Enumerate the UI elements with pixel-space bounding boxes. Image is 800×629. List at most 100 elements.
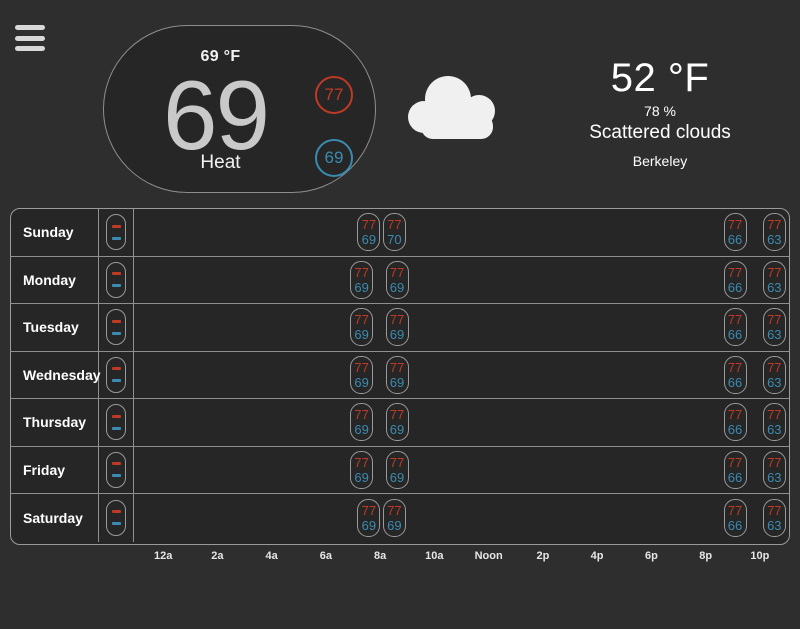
weather-description: Scattered clouds <box>589 122 731 143</box>
cool-indicator-dash <box>111 379 121 383</box>
schedule-setpoint[interactable]: 77 69 <box>385 308 409 347</box>
day-mode-toggle[interactable] <box>106 356 126 393</box>
schedule-setpoint[interactable]: 77 69 <box>350 260 374 299</box>
schedule-row[interactable]: Wednesday 77 69 77 69 77 66 77 63 <box>11 351 789 399</box>
heat-indicator-dash <box>111 319 121 323</box>
cool-indicator-dash <box>111 474 121 478</box>
schedule-setpoint[interactable]: 77 69 <box>382 498 406 537</box>
setpoint-cool-value: 66 <box>727 327 743 343</box>
day-mode-toggle[interactable] <box>106 261 126 298</box>
setpoint-heat-value: 77 <box>354 312 369 328</box>
day-timeline[interactable]: 77 69 77 69 77 66 77 63 <box>134 447 789 494</box>
heat-setpoint-badge[interactable]: 77 <box>315 76 353 114</box>
day-mode-toggle[interactable] <box>106 451 126 488</box>
schedule-setpoint[interactable]: 77 63 <box>762 213 786 252</box>
setpoint-heat-value: 77 <box>727 502 743 518</box>
cool-indicator-dash <box>111 426 121 430</box>
setpoint-cool-value: 66 <box>727 422 743 438</box>
schedule-row[interactable]: Friday 77 69 77 69 77 66 77 63 <box>11 446 789 494</box>
cool-setpoint-badge[interactable]: 69 <box>315 139 353 177</box>
thermostat-dial[interactable]: 69 °F 69 Heat 77 69 <box>103 25 376 193</box>
setpoint-cool-value: 69 <box>389 279 405 295</box>
day-mode-toggle[interactable] <box>106 404 126 441</box>
schedule-setpoint[interactable]: 77 66 <box>723 308 747 347</box>
day-mode-toggle[interactable] <box>106 309 126 346</box>
weekly-schedule-table[interactable]: Sunday 77 69 77 70 77 66 77 63 Monday 77 69 77 69 77 66… <box>10 208 790 545</box>
day-label: Wednesday <box>11 351 101 398</box>
schedule-setpoint[interactable]: 77 66 <box>723 213 747 252</box>
setpoint-cool-value: 69 <box>354 469 369 485</box>
hour-tick-label: 10p <box>750 550 770 562</box>
setpoint-cool-value: 66 <box>727 279 743 295</box>
schedule-setpoint[interactable]: 77 63 <box>762 308 786 347</box>
day-timeline[interactable]: 77 69 77 69 77 66 77 63 <box>134 257 789 304</box>
day-timeline[interactable]: 77 69 77 69 77 66 77 63 <box>134 304 789 351</box>
setpoint-cool-value: 63 <box>767 469 782 485</box>
schedule-row[interactable]: Monday 77 69 77 69 77 66 77 63 <box>11 256 789 304</box>
schedule-row[interactable]: Tuesday 77 69 77 69 77 66 77 63 <box>11 304 789 352</box>
schedule-setpoint[interactable]: 77 69 <box>385 450 409 489</box>
weather-location: Berkeley <box>632 153 688 169</box>
schedule-row[interactable]: Saturday 77 69 77 69 77 66 77 63 <box>11 494 789 542</box>
setpoint-heat-value: 77 <box>767 407 782 423</box>
setpoint-cool-value: 66 <box>727 517 743 533</box>
setpoint-cool-value: 69 <box>354 279 369 295</box>
hour-tick-label: 2a <box>211 550 224 562</box>
day-mode-toggle-cell <box>99 256 134 303</box>
schedule-setpoint[interactable]: 77 70 <box>382 213 406 252</box>
day-mode-toggle[interactable] <box>106 214 126 251</box>
schedule-setpoint[interactable]: 77 66 <box>723 260 747 299</box>
schedule-setpoint[interactable]: 77 69 <box>385 260 409 299</box>
day-timeline[interactable]: 77 69 77 70 77 66 77 63 <box>134 209 789 256</box>
day-mode-toggle-cell <box>99 351 134 398</box>
schedule-setpoint[interactable]: 77 69 <box>350 308 374 347</box>
schedule-setpoint[interactable]: 77 63 <box>762 260 786 299</box>
schedule-setpoint[interactable]: 77 66 <box>723 403 747 442</box>
schedule-setpoint[interactable]: 77 66 <box>723 355 747 394</box>
day-timeline[interactable]: 77 69 77 69 77 66 77 63 <box>134 494 789 542</box>
day-label: Monday <box>11 256 99 303</box>
hour-tick-label: 4a <box>265 550 278 562</box>
cool-indicator-dash <box>111 331 121 335</box>
schedule-setpoint[interactable]: 77 66 <box>723 498 747 537</box>
schedule-setpoint[interactable]: 77 69 <box>385 403 409 442</box>
schedule-setpoint[interactable]: 77 69 <box>350 450 374 489</box>
hamburger-menu-icon[interactable] <box>15 25 45 51</box>
schedule-setpoint[interactable]: 77 69 <box>350 403 374 442</box>
schedule-setpoint[interactable]: 77 69 <box>357 213 381 252</box>
day-label: Thursday <box>11 399 99 446</box>
setpoint-cool-value: 69 <box>354 374 369 390</box>
setpoint-heat-value: 77 <box>727 359 743 375</box>
schedule-setpoint[interactable]: 77 69 <box>357 498 381 537</box>
schedule-row[interactable]: Sunday 77 69 77 70 77 66 77 63 <box>11 209 789 257</box>
schedule-setpoint[interactable]: 77 63 <box>762 498 786 537</box>
hour-tick-label: 10a <box>425 550 444 562</box>
setpoint-cool-value: 69 <box>389 469 405 485</box>
schedule-setpoint[interactable]: 77 63 <box>762 403 786 442</box>
hour-tick-label: 6a <box>319 550 333 562</box>
setpoint-cool-value: 69 <box>354 327 369 343</box>
hamburger-bar <box>15 46 45 51</box>
cool-indicator-dash <box>111 284 121 288</box>
schedule-setpoint[interactable]: 77 63 <box>762 450 786 489</box>
weather-temperature: 52 °F <box>610 56 710 100</box>
setpoint-cool-value: 69 <box>389 422 405 438</box>
day-timeline[interactable]: 77 69 77 69 77 66 77 63 <box>134 352 789 399</box>
day-mode-toggle-cell <box>99 399 134 446</box>
setpoint-heat-value: 77 <box>354 407 369 423</box>
schedule-setpoint[interactable]: 77 69 <box>350 355 374 394</box>
setpoint-cool-value: 66 <box>727 232 743 248</box>
heat-indicator-dash <box>111 272 121 276</box>
schedule-row[interactable]: Thursday 77 69 77 69 77 66 77 63 <box>11 399 789 447</box>
schedule-setpoint[interactable]: 77 63 <box>762 355 786 394</box>
hour-tick-label: 2p <box>536 550 550 562</box>
hour-tick-label: 12a <box>153 550 173 562</box>
schedule-setpoint[interactable]: 77 66 <box>723 450 747 489</box>
setpoint-heat-value: 77 <box>389 312 405 328</box>
setpoint-heat-value: 77 <box>767 359 782 375</box>
heat-indicator-dash <box>111 414 121 418</box>
schedule-setpoint[interactable]: 77 69 <box>385 355 409 394</box>
day-mode-toggle[interactable] <box>106 499 126 536</box>
day-timeline[interactable]: 77 69 77 69 77 66 77 63 <box>134 399 789 446</box>
heat-indicator-dash <box>111 510 121 514</box>
